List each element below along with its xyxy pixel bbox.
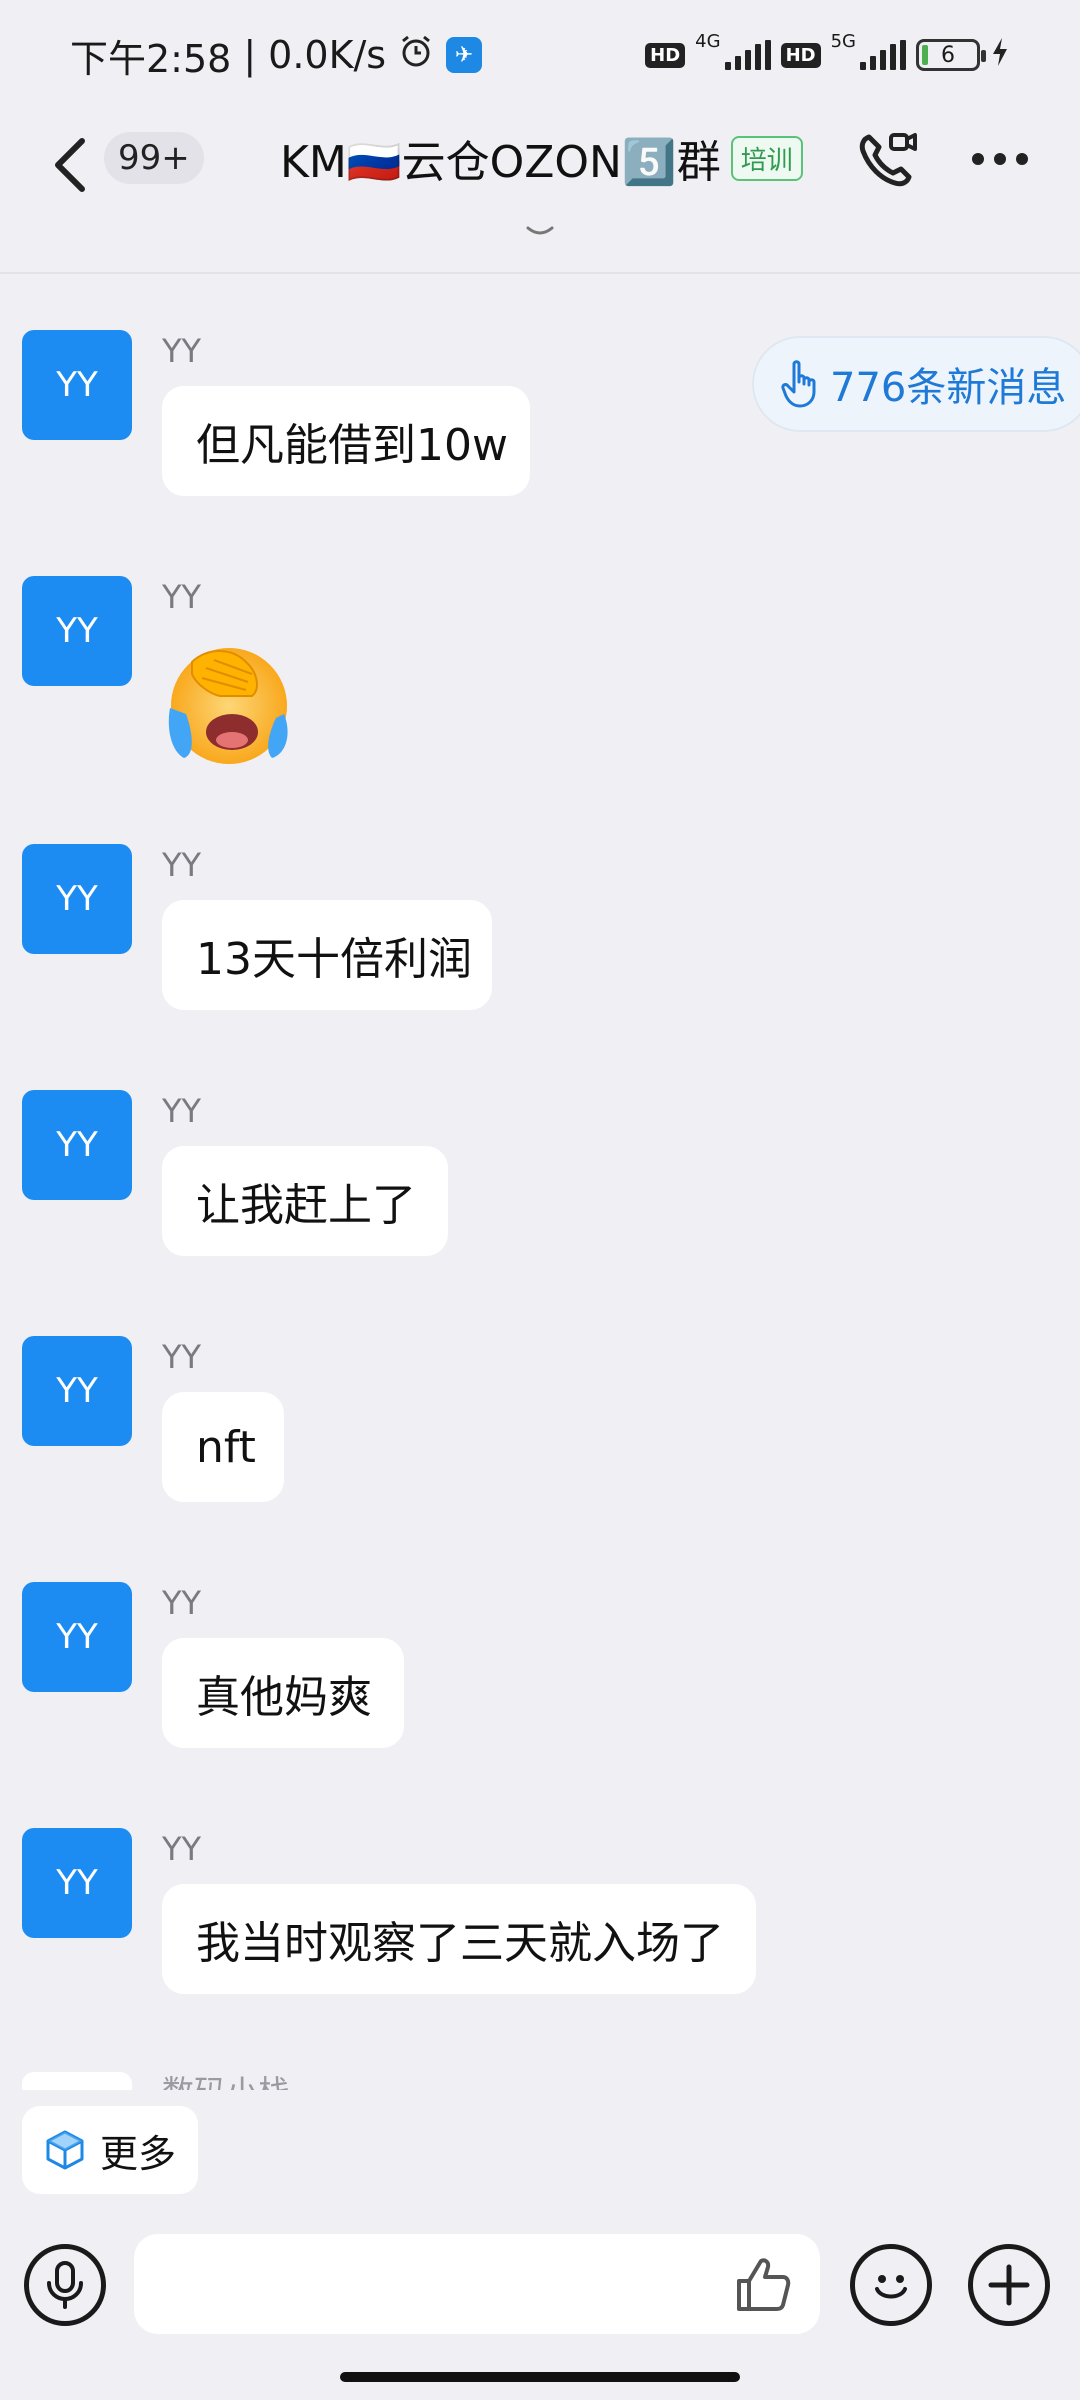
status-right: HD 4G HD 5G 6 [645, 31, 1010, 74]
message-bubble[interactable]: 让我赶上了 [162, 1146, 448, 1256]
avatar[interactable]: YY [22, 844, 132, 954]
sender-name: YY [162, 1584, 202, 1622]
smiley-icon [875, 2275, 907, 2299]
thumbs-up-icon [737, 2258, 791, 2311]
video-call-button[interactable] [852, 124, 922, 194]
app-notification-icon: ✈ [446, 37, 483, 73]
like-button[interactable] [728, 2250, 798, 2320]
sender-name: YY [162, 1338, 202, 1376]
battery-fill [922, 45, 928, 65]
crying-laughing-face-emoji[interactable] [162, 634, 296, 768]
microphone-icon [47, 2261, 83, 2309]
avatar[interactable]: YY [22, 576, 132, 686]
sender-name: 数码小栈 [162, 2072, 302, 2090]
status-separator: | [243, 33, 257, 77]
battery-icon: 6 [916, 39, 986, 71]
status-bar: 下午2:58 | 0.0K/s ✈ HD 4G HD 5G 6 [0, 0, 1080, 110]
cube-icon [46, 2130, 84, 2170]
chat-title-text: KM🇷🇺云仓OZON5️⃣群 [280, 137, 721, 188]
input-bar [0, 2220, 1080, 2350]
new-messages-label: 776条新消息 [830, 365, 1067, 411]
avatar[interactable]: YY [22, 1828, 132, 1938]
signal-icon [860, 40, 906, 70]
status-time: 下午2:58 [70, 36, 232, 81]
phone-video-icon [859, 133, 917, 187]
more-button[interactable]: 更多 [22, 2106, 198, 2194]
sender-name: YY [162, 846, 202, 884]
unread-count-badge[interactable]: 99+ [104, 132, 204, 184]
add-button[interactable] [968, 2244, 1050, 2326]
status-left: 下午2:58 | 0.0K/s ✈ [70, 28, 483, 83]
header-divider [0, 272, 1080, 274]
battery-level: 6 [941, 42, 955, 68]
more-button-label: 更多 [100, 2131, 177, 2176]
avatar[interactable]: YY [22, 1090, 132, 1200]
hd-badge: HD [780, 42, 821, 68]
dot-icon [1016, 153, 1028, 165]
sender-name: YY [162, 578, 202, 616]
sender-name: YY [162, 1830, 202, 1868]
network-speed: 0.0K/s [268, 33, 387, 77]
training-badge: 培训 [730, 135, 803, 181]
new-messages-button[interactable]: 776条新消息 [752, 336, 1080, 432]
dot-icon [972, 153, 984, 165]
charging-icon [990, 37, 1010, 74]
avatar[interactable]: YY [22, 1582, 132, 1692]
back-button[interactable] [40, 130, 100, 200]
message-input[interactable] [134, 2234, 820, 2334]
alarm-icon [398, 33, 434, 78]
message-bubble[interactable]: 但凡能借到10w [162, 386, 530, 496]
hd-badge: HD [645, 42, 686, 68]
voice-button[interactable] [24, 2244, 106, 2326]
message-bubble[interactable]: nft [162, 1392, 284, 1502]
pointing-hand-icon [781, 360, 816, 408]
more-options-button[interactable] [960, 124, 1040, 194]
plus-icon [988, 2264, 1030, 2306]
network-type-label: 5G [830, 30, 856, 52]
pull-down-indicator-icon[interactable] [520, 222, 560, 242]
sender-name: YY [162, 1092, 202, 1130]
avatar[interactable]: YY [22, 1336, 132, 1446]
message-bubble[interactable]: 13天十倍利润 [162, 900, 492, 1010]
avatar[interactable] [22, 2072, 132, 2090]
dot-icon [994, 153, 1006, 165]
chat-title[interactable]: KM🇷🇺云仓OZON5️⃣群 培训 [280, 126, 803, 190]
avatar[interactable]: YY [22, 330, 132, 440]
sender-name: YY [162, 332, 202, 370]
signal-icon [724, 40, 771, 70]
chat-header: 99+ KM🇷🇺云仓OZON5️⃣群 培训 [0, 110, 1080, 270]
chevron-left-icon [55, 138, 85, 192]
message-bubble[interactable]: 真他妈爽 [162, 1638, 404, 1748]
home-indicator[interactable] [340, 2372, 740, 2382]
network-type-label: 4G [695, 30, 721, 52]
message-bubble[interactable]: 我当时观察了三天就入场了 [162, 1884, 756, 1994]
emoji-button[interactable] [850, 2244, 932, 2326]
